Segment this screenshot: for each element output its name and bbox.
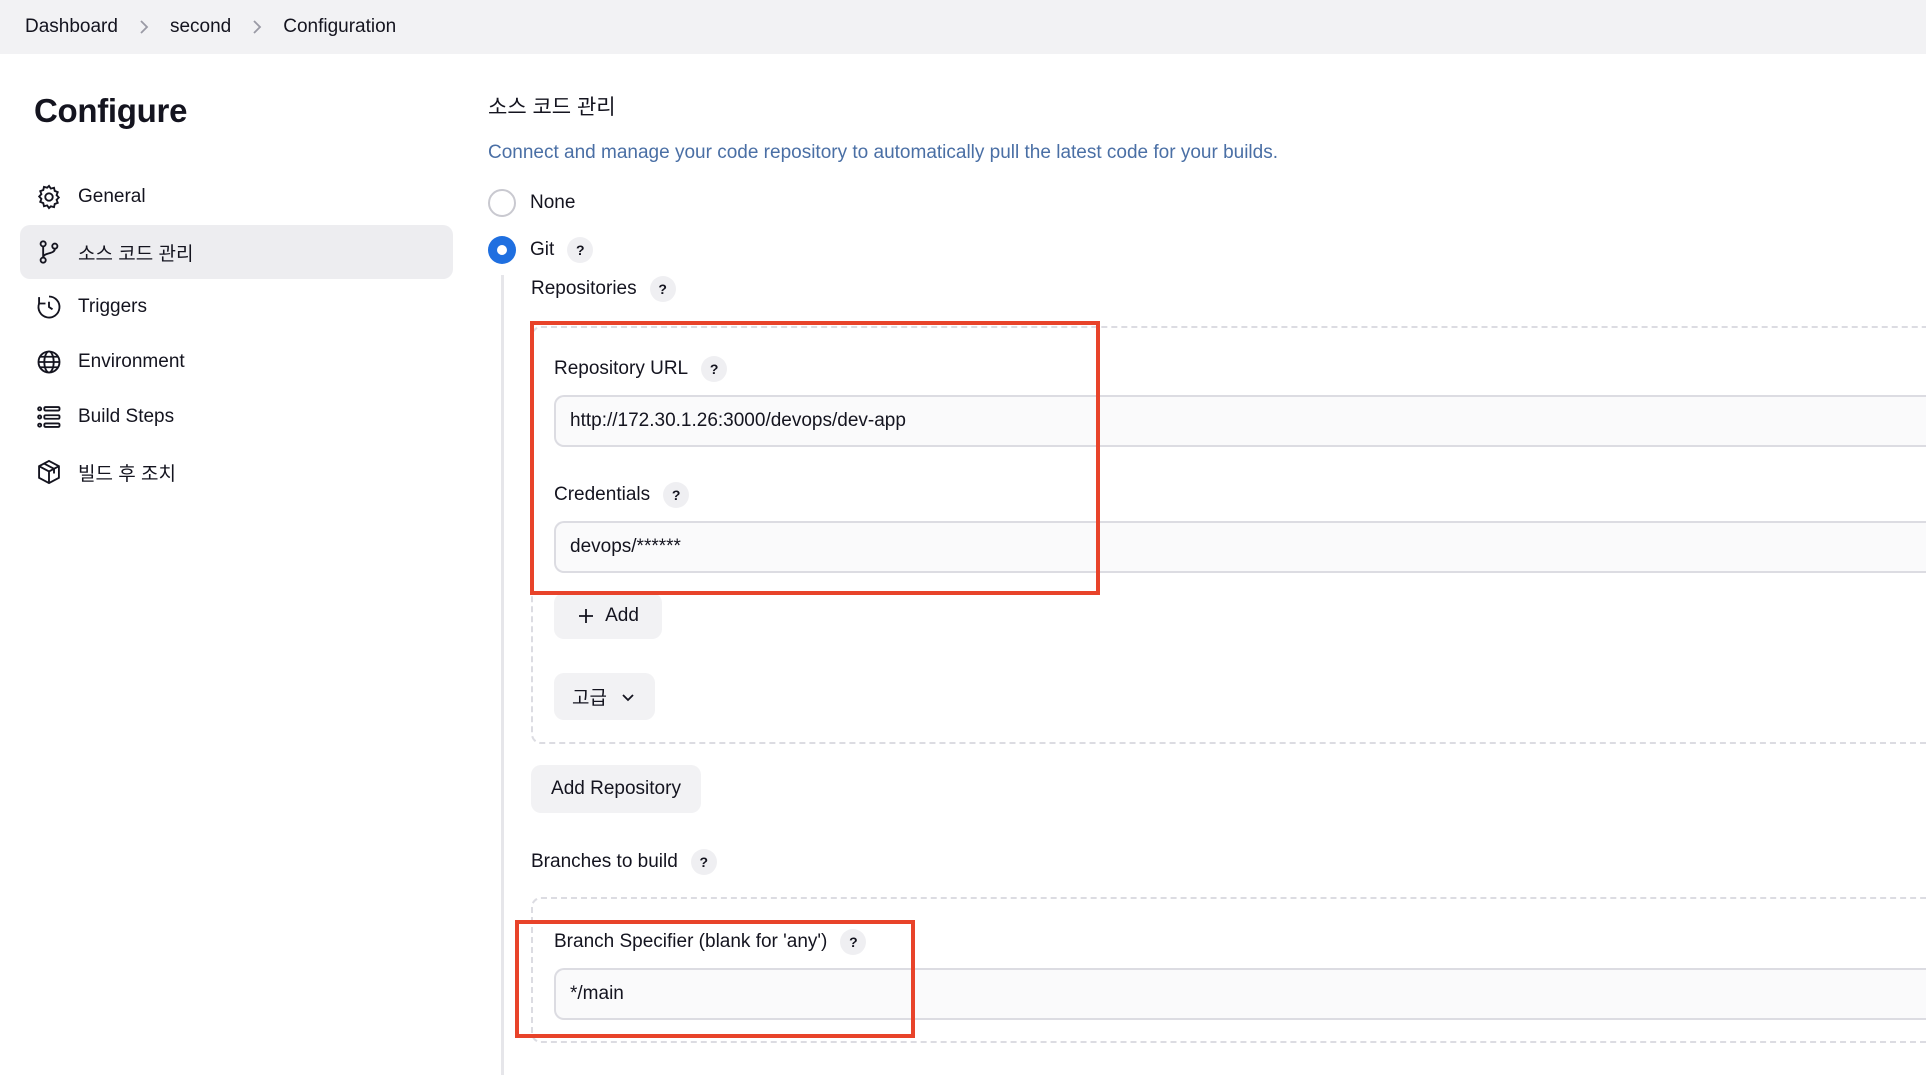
credentials-select[interactable]: devops/****** bbox=[554, 521, 1926, 573]
breadcrumb-second[interactable]: second bbox=[170, 16, 231, 38]
globe-icon bbox=[34, 347, 64, 377]
package-icon bbox=[34, 457, 64, 487]
advanced-label: 고급 bbox=[572, 688, 607, 709]
sidebar-item-label: General bbox=[78, 186, 146, 207]
scm-option-git[interactable]: Git ? bbox=[488, 236, 594, 264]
radio-git[interactable] bbox=[488, 236, 516, 264]
sidebar-item-label: 소스 코드 관리 bbox=[78, 243, 194, 265]
radio-none[interactable] bbox=[488, 189, 516, 217]
chevron-right-icon bbox=[251, 19, 263, 35]
branches-help-icon[interactable]: ? bbox=[690, 849, 717, 875]
plus-icon bbox=[577, 607, 595, 625]
sidebar-item-general[interactable]: General bbox=[20, 170, 453, 224]
branch-specifier-input[interactable]: */main bbox=[554, 968, 1926, 1020]
clock-icon bbox=[34, 292, 64, 322]
sidebar-item-label: Triggers bbox=[78, 296, 147, 317]
repositories-help-icon[interactable]: ? bbox=[649, 276, 676, 302]
section-description: Connect and manage your code repository … bbox=[488, 142, 1279, 163]
sidebar-item-environment[interactable]: Environment bbox=[20, 335, 453, 389]
branch-specifier-label: Branch Specifier (blank for 'any') ? bbox=[554, 929, 867, 955]
chevron-down-icon bbox=[619, 688, 637, 706]
advanced-button[interactable]: 고급 bbox=[554, 673, 655, 720]
repositories-label: Repositories ? bbox=[531, 276, 676, 302]
credentials-value: devops/****** bbox=[570, 536, 681, 557]
branches-label: Branches to build ? bbox=[531, 849, 717, 875]
repository-url-input[interactable]: http://172.30.1.26:3000/devops/dev-app bbox=[554, 395, 1926, 447]
sidebar-item-build-steps[interactable]: Build Steps bbox=[20, 390, 453, 444]
repository-url-help-icon[interactable]: ? bbox=[701, 356, 728, 382]
credentials-help-icon[interactable]: ? bbox=[663, 482, 690, 508]
add-repository-button[interactable]: Add Repository bbox=[531, 765, 701, 813]
gear-icon bbox=[34, 182, 64, 212]
radio-git-label: Git bbox=[530, 239, 555, 260]
credentials-label: Credentials ? bbox=[554, 482, 690, 508]
radio-none-label: None bbox=[530, 192, 576, 213]
sidebar-item-post-build[interactable]: 빌드 후 조치 bbox=[20, 445, 453, 499]
list-icon bbox=[34, 402, 64, 432]
branch-specifier-value: */main bbox=[570, 983, 624, 1004]
sidebar-item-label: Build Steps bbox=[78, 406, 175, 427]
add-credentials-button[interactable]: Add bbox=[554, 593, 662, 639]
sidebar-item-label: 빌드 후 조치 bbox=[78, 463, 176, 485]
add-repository-label: Add Repository bbox=[551, 778, 681, 799]
git-section-rail bbox=[501, 275, 504, 1075]
sidebar-item-label: Environment bbox=[78, 351, 185, 372]
branch-specifier-help-icon[interactable]: ? bbox=[840, 929, 867, 955]
breadcrumb-dashboard[interactable]: Dashboard bbox=[25, 16, 118, 38]
page-title: Configure bbox=[34, 92, 188, 129]
breadcrumb: Dashboard second Configuration bbox=[0, 0, 1926, 54]
sidebar: General 소스 코드 관리 Triggers Environment Bu… bbox=[20, 170, 453, 500]
sidebar-item-triggers[interactable]: Triggers bbox=[20, 280, 453, 334]
git-help-icon[interactable]: ? bbox=[567, 237, 594, 263]
repository-url-label: Repository URL ? bbox=[554, 356, 728, 382]
sidebar-item-scm[interactable]: 소스 코드 관리 bbox=[20, 225, 453, 279]
repository-url-value: http://172.30.1.26:3000/devops/dev-app bbox=[570, 410, 906, 431]
chevron-right-icon bbox=[138, 19, 150, 35]
git-branch-icon bbox=[34, 237, 64, 267]
add-label: Add bbox=[605, 605, 639, 626]
section-title: 소스 코드 관리 bbox=[488, 96, 616, 119]
breadcrumb-configuration[interactable]: Configuration bbox=[283, 16, 396, 38]
scm-option-none[interactable]: None bbox=[488, 189, 575, 217]
